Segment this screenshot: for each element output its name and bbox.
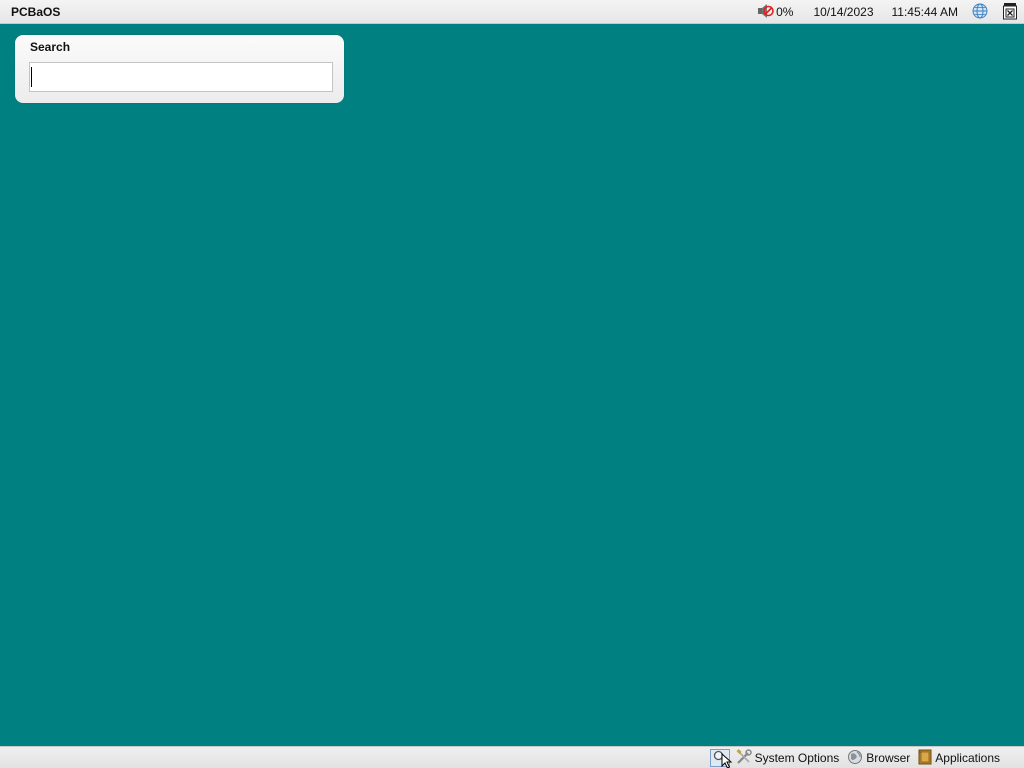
tools-icon: [736, 748, 755, 768]
applications-book-icon: [918, 749, 935, 768]
clock: 11:45:44 AM: [891, 5, 959, 19]
search-panel: Search: [15, 35, 344, 103]
system-tray: 0% 10/14/2023 11:45:44 AM: [757, 0, 1018, 24]
browser-label: Browser: [866, 751, 911, 765]
applications-button[interactable]: Applications: [918, 749, 1000, 768]
window-list-icon[interactable]: [1002, 2, 1018, 23]
os-name: PCBaOS: [11, 5, 61, 19]
date-display: 10/14/2023: [813, 5, 874, 19]
globe-browser-icon: [847, 749, 866, 768]
browser-button[interactable]: Browser: [847, 749, 910, 768]
top-bar: PCBaOS 0% 10/14/2023 11:45:44 AM: [0, 0, 1024, 24]
mouse-pointer-icon: [721, 753, 733, 768]
volume-level: 0%: [776, 5, 794, 19]
search-input[interactable]: [29, 62, 333, 92]
bottom-taskbar: System Options Browser Applications: [0, 746, 1024, 768]
text-caret: [31, 67, 32, 87]
system-options-button[interactable]: System Options: [736, 748, 840, 768]
applications-label: Applications: [935, 751, 1000, 765]
globe-icon[interactable]: [972, 3, 1002, 22]
search-title: Search: [30, 40, 71, 54]
taskbar-items: System Options Browser Applications: [709, 747, 1004, 768]
volume-control[interactable]: 0%: [757, 3, 794, 21]
muted-speaker-icon[interactable]: [757, 3, 776, 21]
system-options-label: System Options: [754, 751, 840, 765]
